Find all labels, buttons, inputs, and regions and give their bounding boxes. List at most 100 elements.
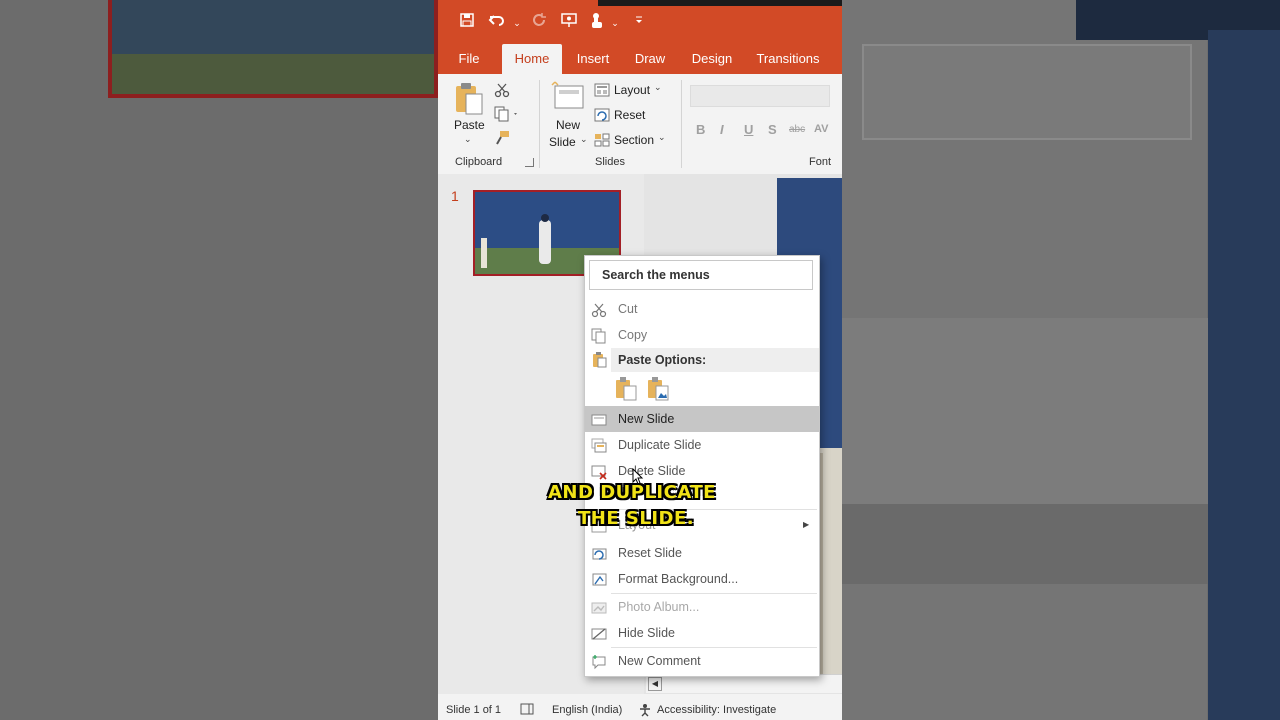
paste-option-keep-source[interactable]	[615, 376, 639, 402]
caption-line-2: THE SLIDE.	[578, 508, 695, 529]
background-right	[842, 0, 1280, 720]
layout-label: Layout	[614, 83, 651, 97]
quick-access-toolbar: ⌄ ⌄	[438, 0, 842, 44]
menu-item-copy[interactable]: Copy	[585, 322, 819, 348]
new-slide-button[interactable]: New Slide ⌄	[549, 80, 588, 152]
paste-icon	[456, 83, 483, 115]
tab-home[interactable]: Home	[502, 44, 562, 74]
accessibility-icon[interactable]	[638, 703, 654, 720]
paste-icon	[591, 352, 607, 368]
customize-icon[interactable]	[628, 12, 650, 34]
layout-icon	[594, 83, 610, 97]
accessibility-status[interactable]: Accessibility: Investigate	[657, 704, 776, 716]
submenu-arrow-icon: ▶	[803, 520, 810, 529]
italic-button[interactable]: I	[720, 122, 724, 137]
reset-icon	[594, 108, 610, 122]
format-background-icon	[591, 571, 607, 587]
slides-group-label: Slides	[595, 156, 625, 168]
menu-item-format-background[interactable]: Format Background...	[585, 566, 819, 592]
slide-count: Slide 1 of 1	[446, 704, 502, 716]
touch-mode-dropdown-icon[interactable]: ⌄	[604, 12, 626, 34]
menu-item-cut[interactable]: Cut	[585, 296, 819, 322]
section-label: Section	[614, 133, 655, 147]
presenter-icon[interactable]	[558, 12, 580, 34]
layout-button[interactable]: Layout ⌄	[594, 82, 674, 100]
menu-item-label: Hide Slide	[618, 626, 675, 640]
tab-transitions[interactable]: Transitions	[752, 44, 824, 74]
hide-slide-icon	[591, 625, 607, 641]
layout-dropdown-icon: ⌄	[654, 82, 662, 92]
tab-draw[interactable]: Draw	[628, 44, 672, 74]
background-left	[0, 0, 438, 720]
language[interactable]: English (India)	[552, 704, 622, 716]
menu-item-hide-slide[interactable]: Hide Slide	[585, 620, 819, 646]
search-menus-input[interactable]: Search the menus	[589, 260, 813, 290]
shadow-button[interactable]: S	[768, 122, 777, 137]
undo-dropdown-icon[interactable]: ⌄	[506, 12, 528, 34]
menu-item-label: Delete Slide	[618, 464, 686, 478]
reset-slide-icon	[591, 545, 607, 561]
paste-option-picture[interactable]	[647, 376, 671, 402]
caption-line-1: AND DUPLICATE	[548, 482, 716, 503]
tab-insert[interactable]: Insert	[572, 44, 614, 74]
paste-options-header: Paste Options:	[585, 348, 819, 372]
status-bar: Slide 1 of 1 English (India) Accessibili…	[438, 700, 842, 720]
menu-item-reset-slide[interactable]: Reset Slide	[585, 540, 819, 566]
paste-label: Paste	[454, 118, 485, 132]
save-icon[interactable]	[456, 12, 478, 34]
paste-button[interactable]: Paste ⌄	[452, 82, 486, 148]
paste-keep-formatting-icon	[616, 377, 637, 401]
reset-label: Reset	[614, 108, 646, 122]
underline-button[interactable]: U	[744, 122, 753, 137]
clipboard-group-label: Clipboard	[455, 156, 503, 168]
character-spacing-button[interactable]: AV	[814, 123, 828, 135]
redo-icon[interactable]	[528, 12, 550, 34]
background-photo	[108, 0, 438, 98]
new-slide-label-1: New	[556, 118, 581, 132]
paste-as-picture-icon	[648, 377, 669, 401]
section-icon	[594, 133, 610, 147]
tab-design[interactable]: Design	[686, 44, 738, 74]
slide-number: 1	[451, 188, 459, 204]
cut-icon[interactable]	[494, 82, 510, 103]
menu-item-label: Reset Slide	[618, 546, 682, 560]
new-slide-label-2: Slide	[549, 135, 576, 149]
section-button[interactable]: Section ⌄	[594, 132, 674, 150]
menu-item-new-comment[interactable]: New Comment	[585, 648, 819, 674]
section-dropdown-icon: ⌄	[658, 132, 666, 142]
menu-item-delete-slide[interactable]: Delete Slide	[585, 458, 819, 484]
new-slide-icon	[591, 411, 607, 427]
menu-item-label: Copy	[618, 328, 648, 342]
menu-item-photo-album[interactable]: Photo Album...	[585, 594, 819, 620]
font-group-label: Font	[809, 156, 832, 168]
menu-item-label: Cut	[618, 302, 638, 316]
paste-dropdown-icon: ⌄	[464, 134, 472, 144]
menu-item-label: Photo Album...	[618, 600, 700, 614]
menu-item-label: New Slide	[618, 412, 675, 426]
photo-album-icon	[591, 599, 607, 615]
bold-button[interactable]: B	[696, 122, 705, 137]
copy-icon[interactable]	[494, 106, 520, 127]
new-slide-dropdown-icon: ⌄	[580, 134, 588, 144]
ribbon-tabs: File Home Insert Draw Design Transitions	[438, 44, 842, 74]
copy-icon	[591, 327, 607, 344]
ribbon: Paste ⌄ Clipboard New Slide ⌄ Layout ⌄ R…	[438, 74, 842, 175]
notes-icon[interactable]	[520, 703, 534, 718]
comment-icon	[591, 653, 607, 670]
menu-item-label: New Comment	[618, 654, 701, 668]
context-menu: Search the menus Cut Copy Paste Options:…	[584, 255, 820, 677]
menu-item-label: Duplicate Slide	[618, 438, 702, 452]
clipboard-launcher-icon[interactable]	[525, 158, 534, 167]
undo-icon[interactable]	[486, 12, 508, 34]
cut-icon	[591, 301, 607, 318]
menu-item-new-slide[interactable]: New Slide	[585, 406, 819, 432]
paste-options-label: Paste Options:	[618, 353, 707, 367]
format-painter-icon[interactable]	[494, 130, 510, 151]
duplicate-slide-icon	[591, 437, 607, 453]
delete-slide-icon	[591, 463, 607, 480]
strikethrough-button[interactable]: abc	[789, 124, 805, 135]
reset-button[interactable]: Reset	[594, 107, 664, 125]
tab-file[interactable]: File	[450, 44, 488, 74]
font-name-box[interactable]	[690, 85, 830, 107]
menu-item-duplicate-slide[interactable]: Duplicate Slide	[585, 432, 819, 458]
